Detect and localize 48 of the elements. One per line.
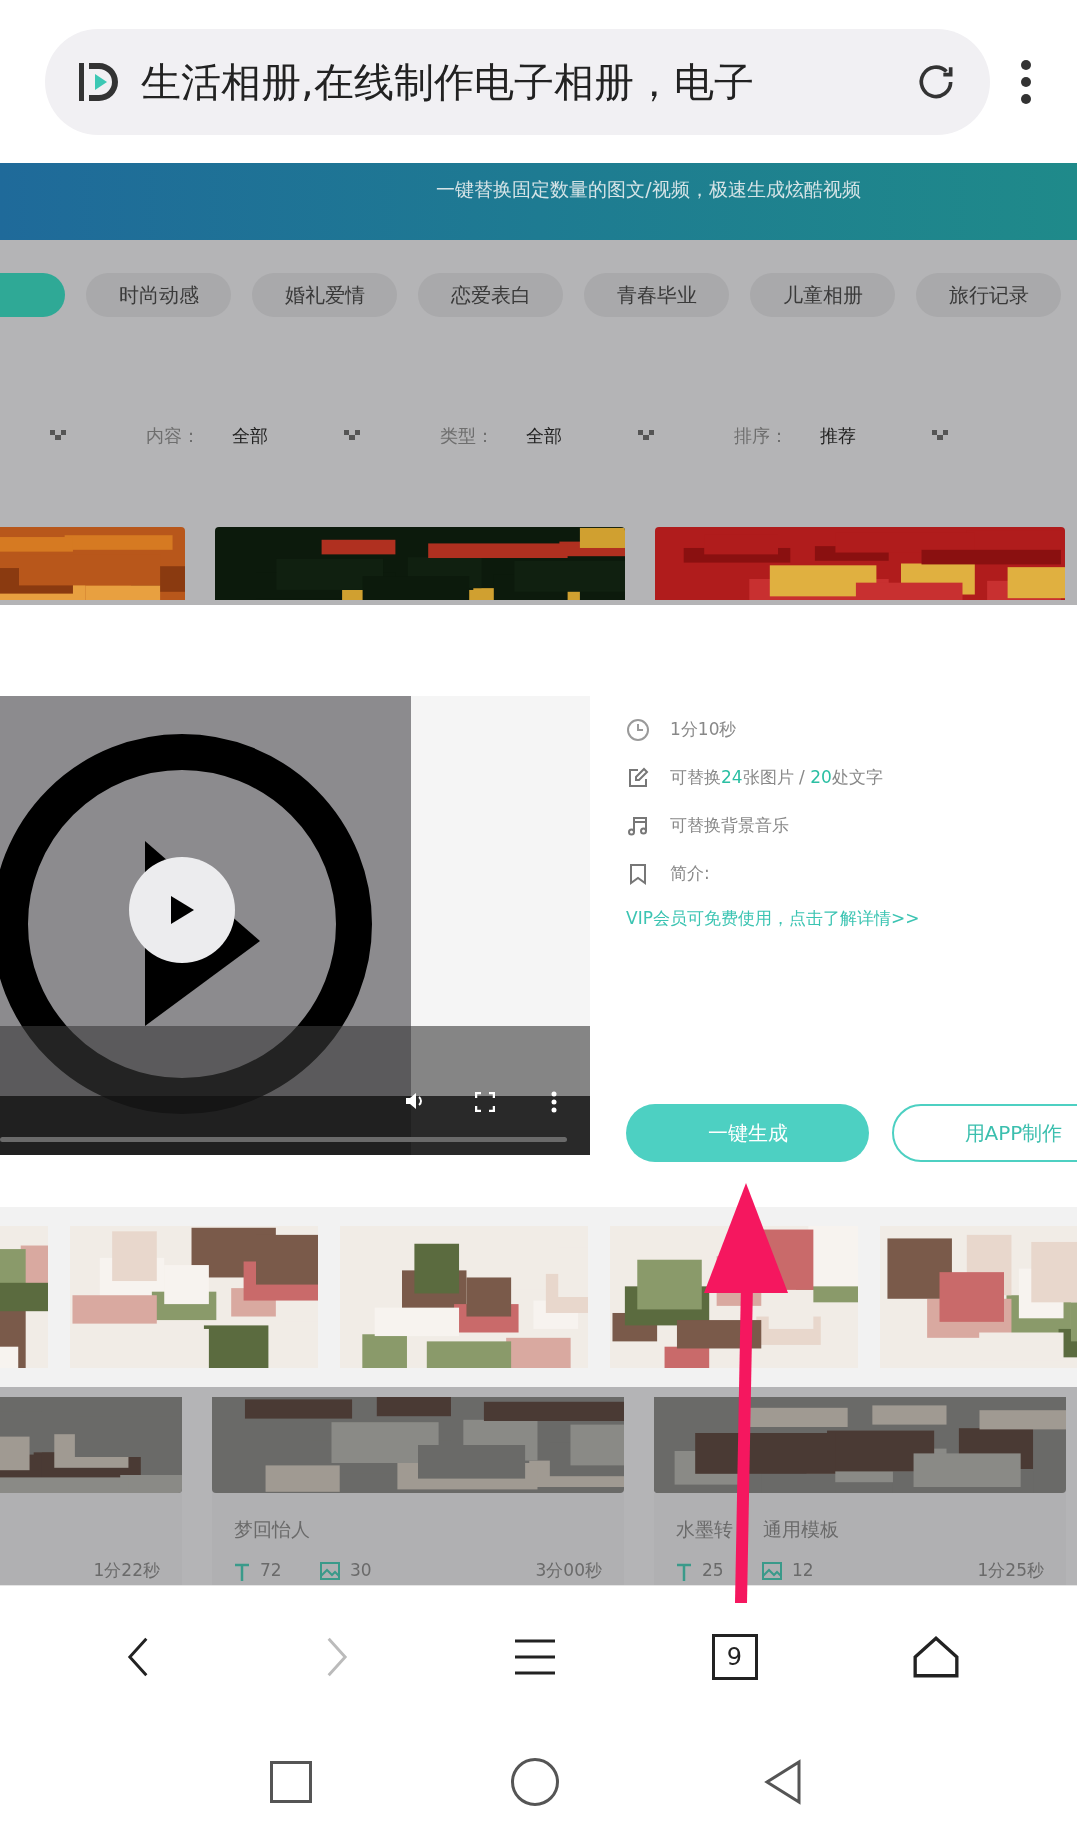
image-icon [762,1561,782,1581]
banner-text: 一键替换固定数量的图文/视频，极速生成炫酷视频 [436,177,861,202]
chevron-icon [932,430,948,440]
filter-value[interactable]: 全部 [232,421,344,449]
duration-text: 1分10秒 [670,718,737,742]
replace-count-text: 可替换24张图片 / 20处文字 [670,766,883,790]
card-duration: 1分22秒 [93,1558,160,1582]
chevron-icon [50,430,66,440]
category-chip[interactable]: 时尚动感 [86,273,231,317]
card-title: 通用模板 [763,1516,839,1542]
chevron-icon [638,430,654,440]
intro-label: 简介: [670,862,710,886]
card-title: 水墨转 [676,1516,733,1542]
image-count: 12 [792,1558,814,1582]
filter-label: 排序： [734,423,789,448]
clock-icon [626,718,650,742]
chevron-icon [344,430,360,440]
menu-icon[interactable] [1020,58,1032,105]
category-chip[interactable]: 青春毕业 [584,273,729,317]
text-count: 25 [702,1558,725,1582]
text-count: 72 [260,1558,283,1582]
music-note-icon [626,814,650,838]
category-chip[interactable]: 恋爱表白 [418,273,563,317]
category-chip[interactable]: 儿童相册 [750,273,895,317]
image-count: 30 [350,1558,372,1582]
card-title: 梦回怡人 [234,1516,310,1542]
tabs-button[interactable]: 9 [711,1633,758,1680]
card-duration: 3分00秒 [535,1558,602,1582]
address-bar[interactable]: 生活相册,在线制作电子相册，电子 [45,28,990,135]
text-icon [676,1563,692,1581]
filter-label: 类型： [440,423,495,448]
filter-value[interactable]: 全部 [526,421,638,449]
play-icon [169,895,195,925]
music-text: 可替换背景音乐 [670,814,789,838]
page-title: 生活相册,在线制作电子相册，电子 [141,57,755,107]
category-chip[interactable]: 婚礼爱情 [252,273,397,317]
text-icon [234,1563,250,1581]
fullscreen-icon[interactable] [475,1092,495,1112]
category-chip[interactable]: 旅行记录 [916,273,1061,317]
filter-value[interactable]: 推荐 [820,421,932,449]
progress-track[interactable] [0,1137,567,1142]
card-duration: 1分25秒 [977,1558,1044,1582]
image-icon [320,1561,340,1581]
home-button[interactable] [511,1758,560,1806]
filter-label: 内容： [146,423,201,448]
recents-button[interactable] [269,1761,312,1803]
edit-icon [626,766,650,790]
more-icon[interactable] [551,1091,557,1113]
